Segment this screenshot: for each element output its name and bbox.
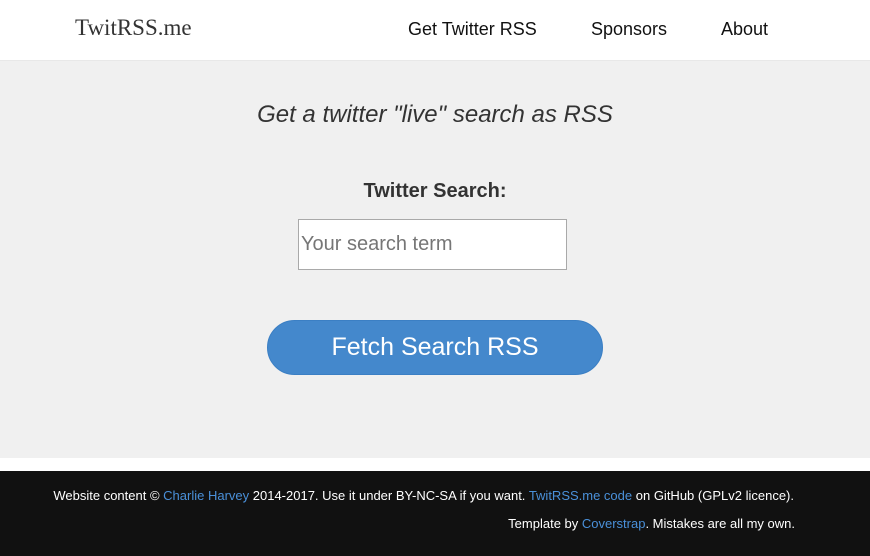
nav-link-sponsors[interactable]: Sponsors — [591, 19, 667, 40]
nav-link-get-twitter-rss[interactable]: Get Twitter RSS — [408, 19, 537, 40]
footer-text: Template by — [508, 516, 582, 531]
nav-link-about[interactable]: About — [721, 19, 768, 40]
search-input[interactable] — [298, 219, 567, 270]
page-footer: Website content © Charlie Harvey 2014-20… — [0, 471, 870, 556]
top-navbar: TwitRSS.me Get Twitter RSS Sponsors Abou… — [0, 0, 870, 61]
page-tagline: Get a twitter "live" search as RSS — [257, 101, 613, 128]
author-link[interactable]: Charlie Harvey — [163, 488, 249, 503]
brand-logo-link[interactable]: TwitRSS.me — [75, 15, 192, 41]
footer-text: on GitHub (GPLv2 licence). — [632, 488, 794, 503]
footer-text: . Mistakes are all my own. — [645, 516, 795, 531]
search-label: Twitter Search: — [363, 180, 507, 202]
fetch-search-rss-button[interactable]: Fetch Search RSS — [267, 320, 603, 375]
footer-text: 2014-2017. Use it under BY-NC-SA if you … — [249, 488, 529, 503]
divider-strip — [0, 458, 870, 471]
source-code-link[interactable]: TwitRSS.me code — [529, 488, 632, 503]
footer-copyright-line: Website content © Charlie Harvey 2014-20… — [53, 488, 794, 503]
template-link[interactable]: Coverstrap — [582, 516, 646, 531]
main-content: Get a twitter "live" search as RSS Twitt… — [0, 61, 870, 458]
footer-text: Website content © — [53, 488, 164, 503]
footer-template-line: Template by Coverstrap. Mistakes are all… — [508, 516, 795, 531]
